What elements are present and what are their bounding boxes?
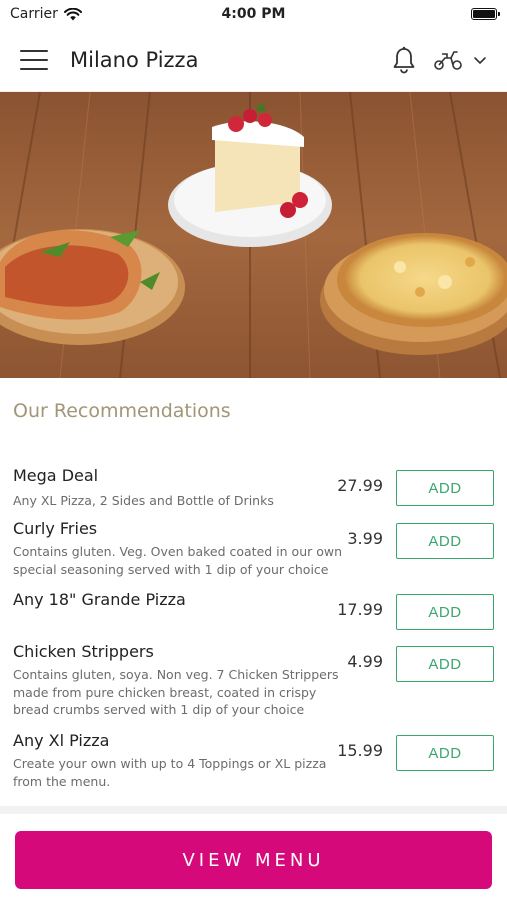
add-button[interactable]: ADD <box>396 646 494 682</box>
wifi-icon <box>63 7 82 20</box>
item-description: Any XL Pizza, 2 Sides and Bottle of Drin… <box>13 493 274 508</box>
add-button[interactable]: ADD <box>396 735 494 771</box>
hamburger-line <box>20 58 48 61</box>
bell-icon <box>393 46 415 73</box>
carrier-label: Carrier <box>10 6 58 22</box>
item-name: Any Xl Pizza <box>13 731 110 750</box>
header-actions <box>391 46 487 74</box>
view-menu-button[interactable]: VIEW MENU <box>15 831 492 889</box>
hamburger-icon[interactable] <box>20 49 48 70</box>
app-header: Milano Pizza <box>0 28 507 92</box>
section-divider <box>0 806 507 814</box>
add-button[interactable]: ADD <box>396 594 494 630</box>
status-left: Carrier <box>10 6 82 22</box>
item-description: Contains gluten. Veg. Oven baked coated … <box>13 544 343 577</box>
notifications-button[interactable] <box>391 46 417 74</box>
item-name: Chicken Strippers <box>13 642 154 661</box>
add-button[interactable]: ADD <box>396 470 494 506</box>
item-price: 4.99 <box>347 652 383 671</box>
hero-banner <box>0 92 507 378</box>
battery-fill <box>473 10 495 18</box>
item-description: Contains gluten, soya. Non veg. 7 Chicke… <box>13 667 339 717</box>
hero-food-image <box>0 92 507 378</box>
battery-icon <box>471 8 500 20</box>
add-button[interactable]: ADD <box>396 523 494 559</box>
hamburger-line <box>20 67 48 70</box>
section-title: Our Recommendations <box>13 400 231 422</box>
status-bar: Carrier 4:00 PM <box>0 0 507 28</box>
page-title: Milano Pizza <box>70 47 199 72</box>
item-price: 17.99 <box>337 600 383 619</box>
item-description: Create your own with up to 4 Toppings or… <box>13 756 327 789</box>
chevron-down-icon <box>474 56 486 64</box>
item-price: 3.99 <box>347 529 383 548</box>
item-name: Mega Deal <box>13 466 99 485</box>
item-name: Curly Fries <box>13 519 98 538</box>
item-price: 15.99 <box>337 741 383 760</box>
hamburger-line <box>20 49 48 52</box>
item-name: Any 18" Grande Pizza <box>13 590 186 609</box>
scooter-icon <box>434 50 462 70</box>
delivery-mode-selector[interactable] <box>433 49 487 71</box>
item-price: 27.99 <box>337 476 383 495</box>
